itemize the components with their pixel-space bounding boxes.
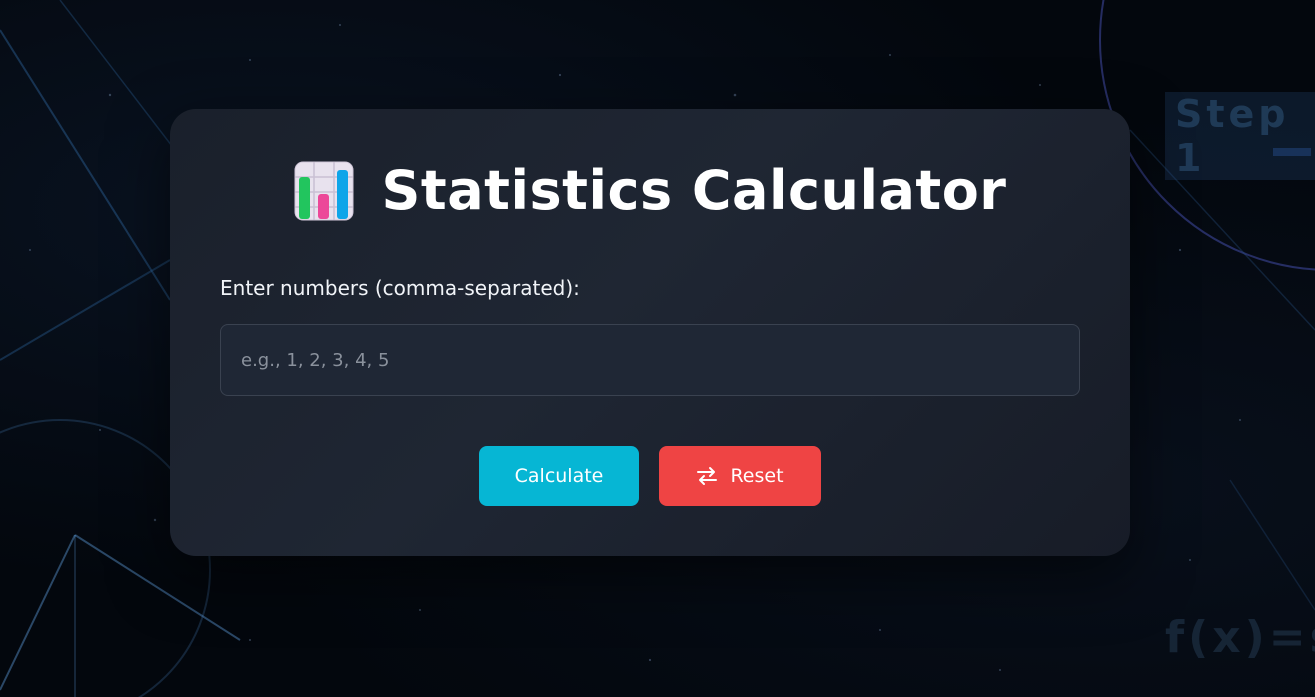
- bar-chart-icon: [294, 161, 354, 220]
- reset-button-label: Reset: [730, 465, 784, 487]
- calculator-card: Statistics Calculator Enter numbers (com…: [170, 109, 1130, 556]
- calculate-button[interactable]: Calculate: [479, 446, 639, 506]
- reset-button[interactable]: Reset: [659, 446, 821, 506]
- swap-arrows-icon: [697, 467, 718, 485]
- page-title: Statistics Calculator: [381, 159, 1007, 222]
- numbers-input-label: Enter numbers (comma-separated):: [220, 276, 580, 300]
- title-row: Statistics Calculator: [170, 159, 1130, 222]
- calculate-button-label: Calculate: [514, 465, 604, 487]
- background-formula-text: f(x)=s: [1165, 612, 1315, 663]
- background-step-text: Step 1: [1165, 92, 1315, 180]
- numbers-input[interactable]: [220, 324, 1080, 396]
